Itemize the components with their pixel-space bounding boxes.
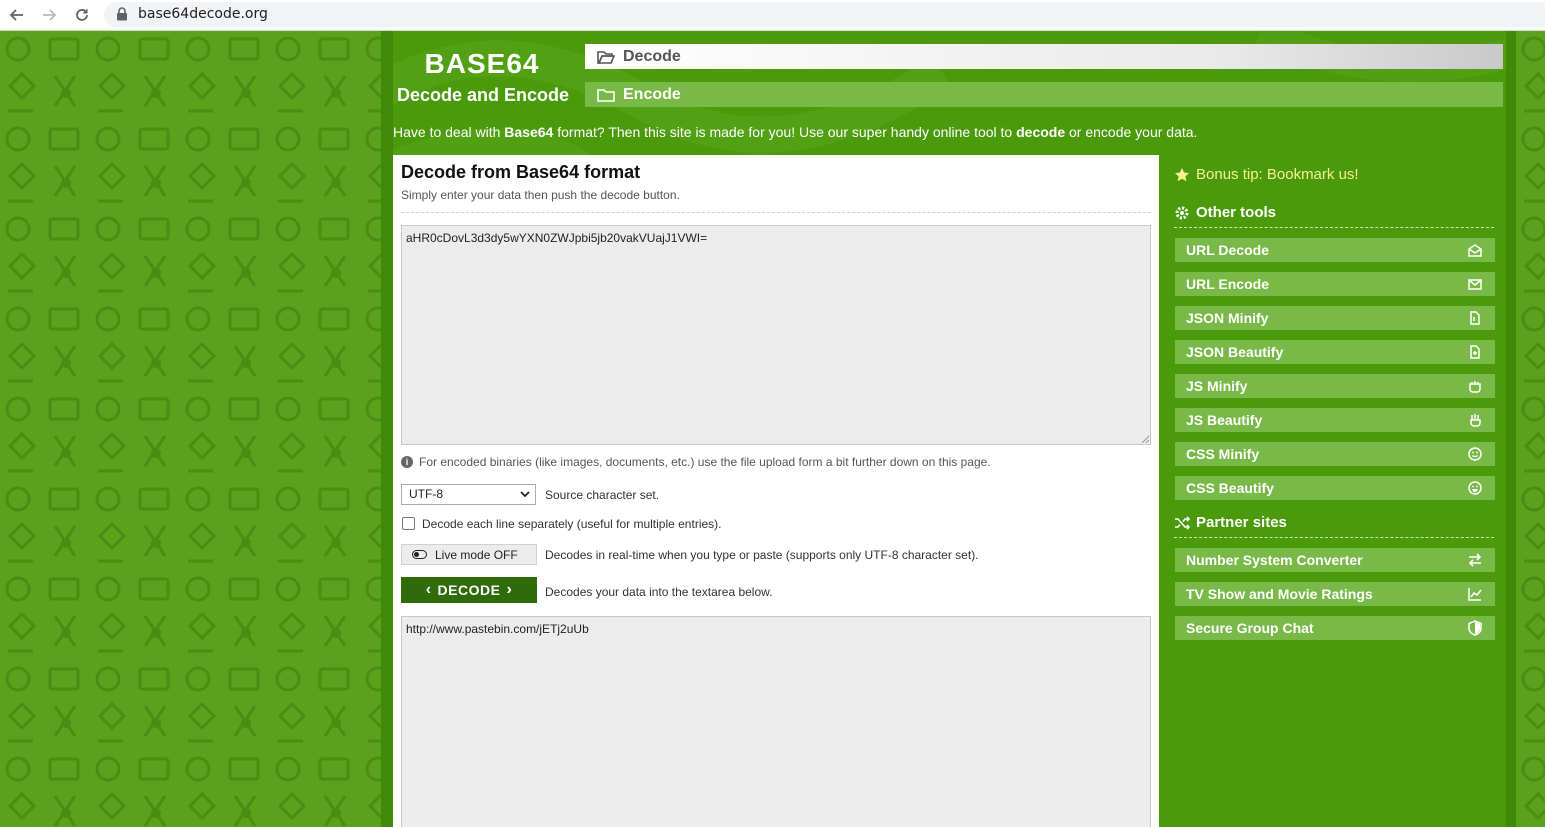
decoded-output-textarea[interactable]: http://www.pastebin.com/jETj2uUb xyxy=(401,616,1151,827)
chevron-right-icon: › xyxy=(506,581,513,598)
toggle-icon xyxy=(412,550,427,559)
tab-encode-label: Encode xyxy=(623,85,681,103)
envelope-icon xyxy=(1468,279,1482,290)
decode-button-label: DECODE xyxy=(437,582,501,598)
partner-sites-heading: Partner sites xyxy=(1174,514,1494,538)
logo-subtitle[interactable]: Decode and Encode xyxy=(395,85,571,106)
sidebar-item-js-beautify[interactable]: JS Beautify xyxy=(1175,408,1495,432)
file-icon xyxy=(1470,311,1480,325)
folder-icon xyxy=(597,88,615,102)
sidebar-item-number-system-converter[interactable]: Number System Converter xyxy=(1175,548,1495,572)
envelope-open-icon xyxy=(1468,244,1482,257)
sidebar-item-label: CSS Beautify xyxy=(1186,480,1274,496)
decode-button[interactable]: ‹ DECODE › xyxy=(401,577,537,603)
output-value: http://www.pastebin.com/jETj2uUb xyxy=(406,622,589,636)
other-tools-heading: Other tools xyxy=(1174,204,1494,228)
sidebar-item-label: URL Decode xyxy=(1186,242,1269,258)
tagline-text-3: or encode your data. xyxy=(1065,124,1198,140)
decode-panel: Decode from Base64 format Simply enter y… xyxy=(393,155,1159,827)
charset-value: UTF-8 xyxy=(409,487,443,501)
charset-label: Source character set. xyxy=(545,488,660,502)
grin-icon xyxy=(1468,481,1482,495)
forward-icon[interactable] xyxy=(38,4,60,26)
sidebar-item-json-beautify[interactable]: JSON Beautify xyxy=(1175,340,1495,364)
smile-icon xyxy=(1468,447,1482,461)
tab-decode-label: Decode xyxy=(623,47,681,65)
folder-open-icon xyxy=(597,50,615,64)
binary-info: i For encoded binaries (like images, doc… xyxy=(401,455,991,469)
hand-fist-icon xyxy=(1469,381,1481,393)
tagline: Have to deal with Base64 format? Then th… xyxy=(393,124,1197,140)
decode-description: Decodes your data into the textarea belo… xyxy=(545,585,773,599)
main-column: BASE64 Decode and Encode Decode Encode H… xyxy=(381,31,1516,827)
shield-icon xyxy=(1468,620,1482,636)
live-mode-button[interactable]: Live mode OFF xyxy=(401,544,537,565)
sidebar-item-css-minify[interactable]: CSS Minify xyxy=(1175,442,1495,466)
sidebar-item-label: JSON Minify xyxy=(1186,310,1269,326)
sidebar-item-js-minify[interactable]: JS Minify xyxy=(1175,374,1495,398)
bookmark-tip-text: Bonus tip: Bookmark us! xyxy=(1196,166,1359,183)
sidebar-item-label: JS Minify xyxy=(1186,378,1248,394)
sidebar-item-secure-group-chat[interactable]: Secure Group Chat xyxy=(1175,616,1495,640)
input-value: aHR0cDovL3d3dy5wYXN0ZWJpbi5jb20vakVUajJ1… xyxy=(406,231,708,245)
exchange-icon xyxy=(1468,553,1482,567)
url-text: base64decode.org xyxy=(138,6,268,22)
bookmark-tip[interactable]: Bonus tip: Bookmark us! xyxy=(1174,166,1359,183)
tagline-text-1: Have to deal with xyxy=(393,124,505,140)
chart-line-icon xyxy=(1468,588,1482,601)
live-mode-description: Decodes in real-time when you type or pa… xyxy=(545,548,979,562)
charset-select[interactable]: UTF-8 xyxy=(401,484,536,505)
decode-each-line-label: Decode each line separately (useful for … xyxy=(422,517,722,531)
sidebar-item-label: TV Show and Movie Ratings xyxy=(1186,586,1373,602)
background-pattern-right xyxy=(1516,31,1545,827)
browser-toolbar: base64decode.org xyxy=(0,0,1545,31)
sidebar-item-label: URL Encode xyxy=(1186,276,1269,292)
chevron-down-icon xyxy=(520,491,530,498)
sidebar-item-label: Secure Group Chat xyxy=(1186,620,1314,636)
file-plus-icon xyxy=(1470,345,1480,359)
tab-encode[interactable]: Encode xyxy=(585,82,1503,107)
back-icon[interactable] xyxy=(6,4,28,26)
sidebar-item-url-encode[interactable]: URL Encode xyxy=(1175,272,1495,296)
tab-decode[interactable]: Decode xyxy=(585,44,1503,69)
base64-input-textarea[interactable]: aHR0cDovL3d3dy5wYXN0ZWJpbi5jb20vakVUajJ1… xyxy=(401,225,1151,445)
reload-icon[interactable] xyxy=(71,4,93,26)
sidebar-item-label: JS Beautify xyxy=(1186,412,1263,428)
info-icon: i xyxy=(401,456,413,468)
decode-each-line-checkbox[interactable] xyxy=(402,517,415,530)
tagline-bold-decode: decode xyxy=(1016,124,1066,140)
hand-icon xyxy=(1470,414,1481,427)
lock-icon xyxy=(117,7,127,21)
tagline-text-2: format? Then this site is made for you! … xyxy=(553,124,1017,140)
gear-icon xyxy=(1175,206,1189,219)
column-edge-right xyxy=(1506,31,1516,827)
column-edge-left xyxy=(381,31,393,827)
sidebar-item-url-decode[interactable]: URL Decode xyxy=(1175,238,1495,262)
panel-subtitle: Simply enter your data then push the dec… xyxy=(401,188,680,202)
sidebar-item-label: CSS Minify xyxy=(1186,446,1260,462)
chevron-left-icon: ‹ xyxy=(425,581,432,598)
address-bar[interactable]: base64decode.org xyxy=(104,2,1545,27)
resize-grip-icon[interactable] xyxy=(1141,435,1149,443)
panel-divider xyxy=(401,212,1151,213)
sidebar-item-label: JSON Beautify xyxy=(1186,344,1284,360)
partner-sites-heading-text: Partner sites xyxy=(1196,514,1287,531)
tagline-bold-base64: Base64 xyxy=(504,124,554,140)
sidebar-item-tv-show-ratings[interactable]: TV Show and Movie Ratings xyxy=(1175,582,1495,606)
sidebar-item-json-minify[interactable]: JSON Minify xyxy=(1175,306,1495,330)
background-pattern-left xyxy=(0,31,381,827)
info-text: For encoded binaries (like images, docum… xyxy=(419,455,991,469)
sidebar-item-css-beautify[interactable]: CSS Beautify xyxy=(1175,476,1495,500)
other-tools-heading-text: Other tools xyxy=(1196,204,1277,221)
live-mode-label: Live mode OFF xyxy=(435,547,518,562)
star-icon xyxy=(1175,167,1189,181)
sidebar-item-label: Number System Converter xyxy=(1186,552,1363,568)
shuffle-icon xyxy=(1175,515,1190,530)
panel-title: Decode from Base64 format xyxy=(401,162,641,182)
logo-title[interactable]: BASE64 xyxy=(397,48,567,80)
